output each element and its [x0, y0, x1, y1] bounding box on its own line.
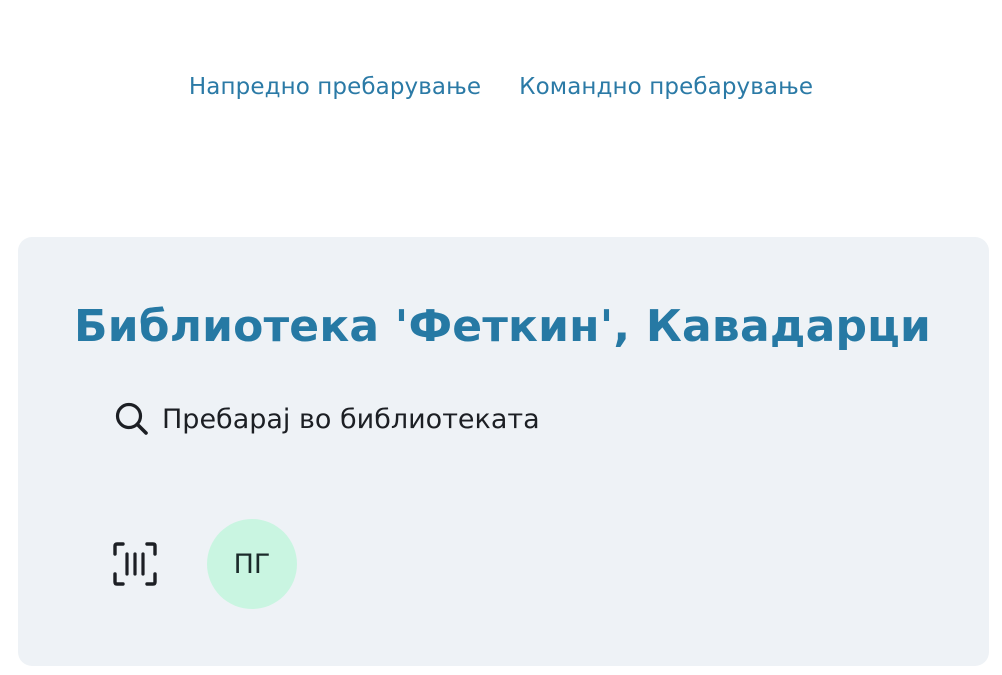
- user-avatar-button[interactable]: ПГ: [207, 519, 297, 609]
- library-title: Библиотека 'Феткин', Кавадарци: [74, 301, 931, 352]
- top-nav-links: Напредно пребарување Командно пребарувањ…: [0, 74, 1002, 100]
- search-icon: [112, 399, 152, 439]
- command-search-link[interactable]: Командно пребарување: [519, 74, 813, 100]
- library-card: Библиотека 'Феткин', Кавадарци Пребарај …: [18, 237, 989, 666]
- library-search-button[interactable]: Пребарај во библиотеката: [112, 399, 540, 439]
- barcode-scan-button[interactable]: [111, 540, 159, 588]
- search-label: Пребарај во библиотеката: [162, 403, 540, 435]
- barcode-scan-icon: [111, 540, 159, 588]
- advanced-search-link[interactable]: Напредно пребарување: [189, 74, 481, 100]
